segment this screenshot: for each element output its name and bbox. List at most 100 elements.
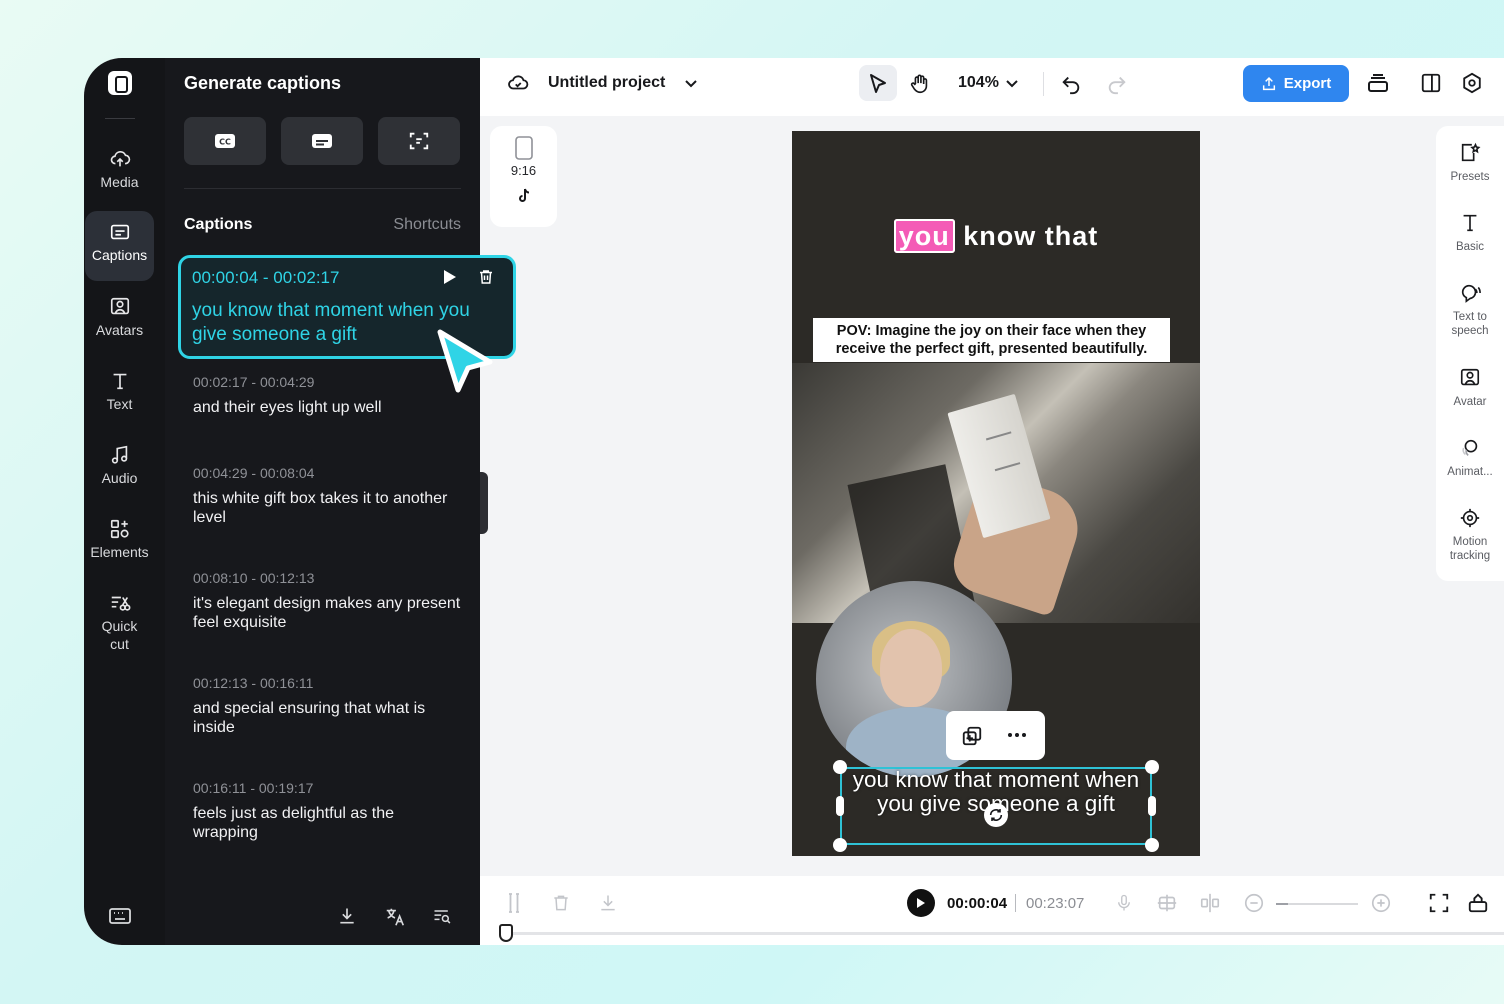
video-preview[interactable]: you know that POV: Imagine the joy on th… — [792, 131, 1200, 856]
undo-icon[interactable] — [1060, 73, 1082, 95]
split-view-icon[interactable] — [1420, 72, 1442, 94]
nav-item-quick-cut[interactable]: Quick cut — [85, 582, 154, 666]
download-icon[interactable] — [598, 892, 618, 914]
right-item-animation[interactable]: Animat... — [1436, 437, 1504, 479]
more-options-icon[interactable] — [1007, 732, 1027, 738]
split-icon[interactable] — [504, 892, 524, 914]
layers-icon[interactable] — [1366, 72, 1390, 96]
smart-edit-icon[interactable] — [1155, 892, 1179, 914]
duplicate-icon[interactable] — [961, 725, 983, 747]
nav-item-text[interactable]: Text — [85, 360, 154, 430]
subtitle-icon — [312, 134, 332, 148]
collapse-timeline-icon[interactable] — [1467, 892, 1489, 914]
tiktok-icon — [518, 188, 529, 202]
caption-time: 00:12:13 - 00:16:11 — [193, 675, 314, 691]
timeline-scrubber-track[interactable] — [506, 932, 1504, 935]
video-title-text[interactable]: you know that — [792, 219, 1200, 253]
pov-text-box[interactable]: POV: Imagine the joy on their face when … — [813, 318, 1170, 362]
right-item-presets[interactable]: Presets — [1436, 142, 1504, 184]
nav-item-elements[interactable]: Elements — [85, 508, 154, 578]
right-item-text-to-speech[interactable]: Text to speech — [1436, 282, 1504, 338]
zoom-level[interactable]: 104% — [958, 74, 999, 92]
fullscreen-icon[interactable] — [1428, 892, 1450, 914]
animation-icon — [1462, 439, 1478, 456]
nav-label: Text — [106, 396, 133, 412]
caption-item[interactable]: 00:04:29 - 00:08:04 this white gift box … — [193, 465, 463, 527]
caption-item[interactable]: 00:12:13 - 00:16:11 and special ensuring… — [193, 675, 463, 737]
zoom-out-icon[interactable] — [1243, 892, 1265, 914]
right-properties-panel: Presets Basic Text to speech Avatar Anim… — [1436, 126, 1504, 581]
project-name[interactable]: Untitled project — [548, 74, 665, 92]
keyboard-icon[interactable] — [108, 906, 132, 926]
app-logo[interactable] — [108, 71, 132, 95]
right-item-motion-tracking[interactable]: Motion tracking — [1436, 507, 1504, 563]
caption-time: 00:02:17 - 00:04:29 — [193, 374, 315, 390]
nav-item-audio[interactable]: Audio — [85, 434, 154, 504]
resize-handle-top-right[interactable] — [1145, 760, 1159, 774]
captions-icon — [110, 224, 129, 240]
caption-text[interactable]: this white gift box takes it to another … — [193, 489, 463, 527]
timeline-toolbar: 00:00:04 00:23:07 — [480, 876, 1504, 945]
avatar-icon — [1460, 368, 1480, 386]
pointer-cursor-icon — [437, 329, 493, 393]
nav-item-captions[interactable]: Captions — [85, 211, 154, 281]
scan-captions-button[interactable] — [378, 117, 460, 165]
resize-handle-left[interactable] — [836, 796, 844, 816]
panel-collapse-handle[interactable] — [480, 472, 488, 534]
zoom-in-icon[interactable] — [1370, 892, 1392, 914]
export-button[interactable]: Export — [1243, 65, 1349, 102]
nav-label: Audio — [101, 470, 138, 486]
nav-label: Media — [100, 174, 139, 190]
captions-heading: Captions — [184, 216, 253, 233]
cc-button[interactable]: CC — [184, 117, 266, 165]
text-icon — [1463, 214, 1477, 232]
download-icon[interactable] — [337, 906, 357, 926]
chevron-down-icon[interactable] — [1005, 77, 1019, 91]
captions-panel: Generate captions CC Captions Shortcuts … — [165, 58, 480, 945]
settings-icon[interactable] — [1461, 72, 1483, 94]
resize-handle-right[interactable] — [1148, 796, 1156, 816]
cloud-upload-icon — [110, 150, 130, 167]
play-icon[interactable] — [442, 268, 458, 286]
play-button[interactable] — [907, 889, 935, 917]
playhead[interactable] — [499, 924, 513, 942]
trash-icon[interactable] — [477, 268, 495, 286]
rotate-handle[interactable] — [984, 803, 1008, 827]
nav-item-media[interactable]: Media — [85, 138, 154, 208]
elements-icon — [110, 519, 129, 539]
subtitle-style-button[interactable] — [281, 117, 363, 165]
nav-label: Captions — [91, 247, 148, 263]
play-icon — [917, 898, 925, 908]
caption-item[interactable]: 00:08:10 - 00:12:13 it's elegant design … — [193, 570, 463, 632]
chevron-down-icon[interactable] — [684, 77, 698, 91]
caption-text[interactable]: it's elegant design makes any present fe… — [193, 594, 463, 632]
avatar-face — [880, 629, 942, 707]
hand-icon[interactable] — [909, 72, 931, 96]
aspect-ratio-card[interactable]: 9:16 — [490, 126, 557, 227]
nav-item-avatars[interactable]: Avatars — [85, 286, 154, 356]
split-clip-icon[interactable] — [1199, 892, 1221, 914]
caption-item[interactable]: 00:16:11 - 00:19:17 feels just as deligh… — [193, 780, 463, 842]
gift-box-shape — [947, 393, 1051, 539]
caption-text[interactable]: feels just as delightful as the wrapping — [193, 804, 463, 842]
caption-text[interactable]: and special ensuring that what is inside — [193, 699, 463, 737]
redo-icon[interactable] — [1106, 73, 1128, 95]
resize-handle-bottom-right[interactable] — [1145, 838, 1159, 852]
delete-icon[interactable] — [551, 892, 571, 914]
right-item-avatar[interactable]: Avatar — [1436, 367, 1504, 409]
caption-item[interactable]: 00:02:17 - 00:04:29 and their eyes light… — [193, 374, 463, 417]
translate-icon[interactable] — [383, 906, 407, 928]
resize-handle-top-left[interactable] — [833, 760, 847, 774]
right-item-basic[interactable]: Basic — [1436, 212, 1504, 254]
time-divider — [1015, 894, 1016, 912]
nav-label: Elements — [90, 544, 149, 560]
search-captions-icon[interactable] — [431, 906, 453, 926]
microphone-icon[interactable] — [1115, 892, 1133, 914]
caption-text[interactable]: and their eyes light up well — [193, 398, 463, 417]
zoom-slider-track[interactable] — [1276, 903, 1358, 905]
cloud-icon[interactable] — [506, 72, 530, 94]
resize-handle-bottom-left[interactable] — [833, 838, 847, 852]
product-photo — [792, 363, 1200, 623]
title-highlight-word: you — [893, 219, 955, 253]
shortcuts-link[interactable]: Shortcuts — [393, 216, 461, 234]
